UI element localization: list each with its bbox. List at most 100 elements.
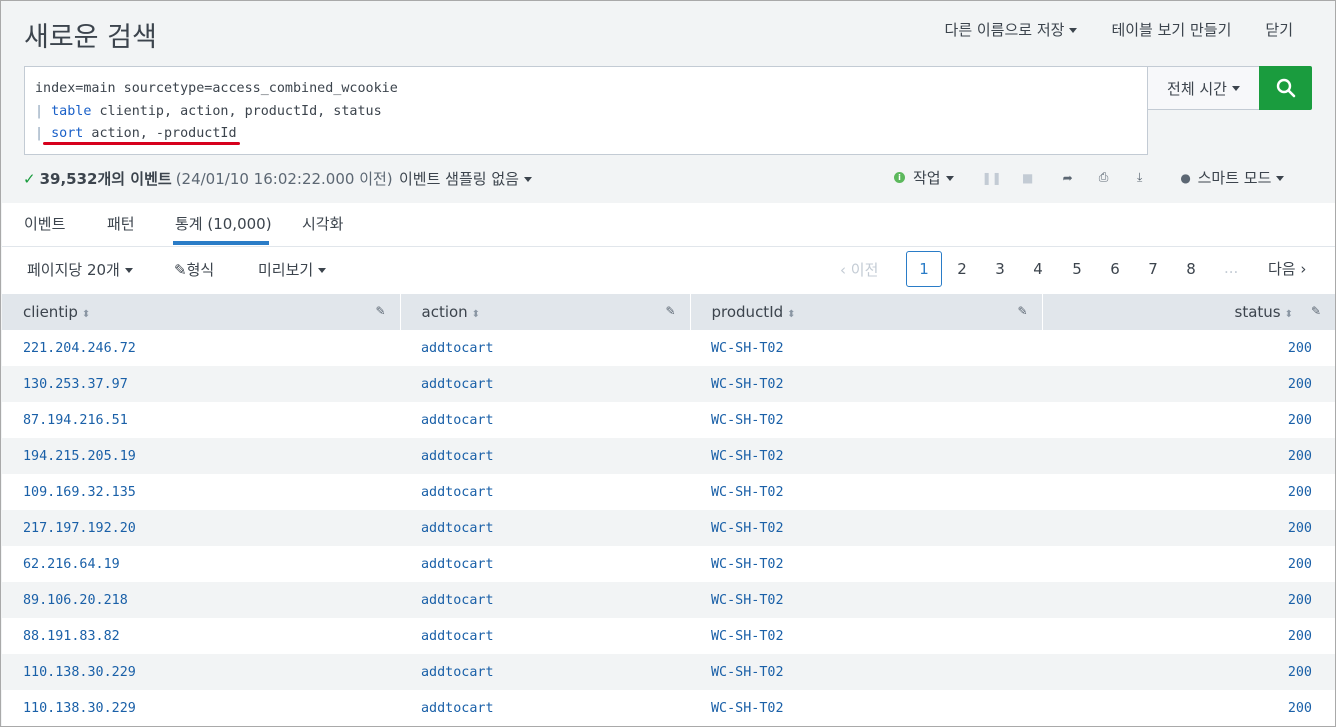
tab-statistics[interactable]: 통계 (10,000) <box>175 213 272 234</box>
page-5[interactable]: 5 <box>1059 251 1095 287</box>
column-header-status[interactable]: status ⬍ ✎ <box>1042 294 1335 330</box>
cell-action[interactable]: addtocart <box>400 654 690 690</box>
sampling-dropdown[interactable]: 이벤트 샘플링 없음 <box>399 168 532 189</box>
pencil-icon[interactable]: ✎ <box>1017 304 1027 318</box>
pencil-icon[interactable]: ✎ <box>1311 304 1321 318</box>
cell-productid[interactable]: WC-SH-T02 <box>690 474 1042 510</box>
search-icon <box>1276 78 1295 98</box>
page-8[interactable]: 8 <box>1173 251 1209 287</box>
cell-productid[interactable]: WC-SH-T02 <box>690 546 1042 582</box>
table-row: 109.169.32.135 addtocart WC-SH-T02 200 <box>2 474 1335 510</box>
cell-clientip[interactable]: 221.204.246.72 <box>2 330 400 366</box>
next-page-button[interactable]: 다음 › <box>1268 258 1306 279</box>
cell-action[interactable]: addtocart <box>400 546 690 582</box>
cell-clientip[interactable]: 88.191.83.82 <box>2 618 400 654</box>
cell-status[interactable]: 200 <box>1042 438 1335 474</box>
cell-clientip[interactable]: 87.194.216.51 <box>2 402 400 438</box>
table-row: 130.253.37.97 addtocart WC-SH-T02 200 <box>2 366 1335 402</box>
cell-clientip[interactable]: 109.169.32.135 <box>2 474 400 510</box>
cell-status[interactable]: 200 <box>1042 654 1335 690</box>
page-6[interactable]: 6 <box>1097 251 1133 287</box>
table-row: 110.138.30.229 addtocart WC-SH-T02 200 <box>2 654 1335 690</box>
cell-status[interactable]: 200 <box>1042 618 1335 654</box>
cell-productid[interactable]: WC-SH-T02 <box>690 330 1042 366</box>
cell-clientip[interactable]: 194.215.205.19 <box>2 438 400 474</box>
cell-clientip[interactable]: 62.216.64.19 <box>2 546 400 582</box>
sort-icon[interactable]: ⬍ <box>787 309 795 320</box>
cell-status[interactable]: 200 <box>1042 582 1335 618</box>
time-range-picker[interactable]: 전체 시간 <box>1148 66 1260 110</box>
cell-productid[interactable]: WC-SH-T02 <box>690 366 1042 402</box>
cell-action[interactable]: addtocart <box>400 582 690 618</box>
pause-icon[interactable]: ❚❚ <box>982 171 1002 185</box>
page-4[interactable]: 4 <box>1020 251 1056 287</box>
cell-status[interactable]: 200 <box>1042 402 1335 438</box>
cell-status[interactable]: 200 <box>1042 330 1335 366</box>
pencil-icon[interactable]: ✎ <box>665 304 675 318</box>
results-table: clientip ⬍ ✎ action ⬍ ✎ productId ⬍ ✎ status ⬍ ✎… <box>2 294 1335 726</box>
prev-page-button[interactable]: ‹ 이전 <box>840 259 878 280</box>
search-button[interactable] <box>1259 66 1312 110</box>
print-icon[interactable]: ⎙ <box>1094 170 1114 185</box>
cell-action[interactable]: addtocart <box>400 438 690 474</box>
header-actions: 다른 이름으로 저장 테이블 보기 만들기 닫기 <box>945 19 1293 40</box>
cell-productid[interactable]: WC-SH-T02 <box>690 510 1042 546</box>
cell-action[interactable]: addtocart <box>400 474 690 510</box>
cell-action[interactable]: addtocart <box>400 510 690 546</box>
tab-events[interactable]: 이벤트 <box>24 213 65 234</box>
tab-visualization[interactable]: 시각화 <box>302 213 343 234</box>
cell-clientip[interactable]: 130.253.37.97 <box>2 366 400 402</box>
event-timestamp: (24/01/10 16:02:22.000 이전) <box>175 170 393 188</box>
create-table-view-button[interactable]: 테이블 보기 만들기 <box>1111 19 1231 40</box>
sort-icon[interactable]: ⬍ <box>1285 309 1293 320</box>
per-page-dropdown[interactable]: 페이지당 20개 <box>27 259 133 280</box>
preview-dropdown[interactable]: 미리보기 <box>258 259 326 280</box>
page-1[interactable]: 1 <box>906 251 942 287</box>
cell-status[interactable]: 200 <box>1042 474 1335 510</box>
cell-action[interactable]: addtocart <box>400 330 690 366</box>
cell-status[interactable]: 200 <box>1042 546 1335 582</box>
page-2[interactable]: 2 <box>944 251 980 287</box>
format-button[interactable]: ✎형식 <box>174 259 214 280</box>
pencil-icon[interactable]: ✎ <box>375 304 385 318</box>
column-header-productid[interactable]: productId ⬍ ✎ <box>690 294 1043 330</box>
export-icon[interactable]: ⤓ <box>1130 170 1150 185</box>
tab-patterns[interactable]: 패턴 <box>107 213 135 234</box>
cell-status[interactable]: 200 <box>1042 690 1335 726</box>
page-title: 새로운 검색 <box>24 22 157 53</box>
cell-productid[interactable]: WC-SH-T02 <box>690 690 1042 726</box>
stop-icon[interactable]: ■ <box>1018 171 1038 185</box>
cell-clientip[interactable]: 110.138.30.229 <box>2 690 400 726</box>
page-3[interactable]: 3 <box>982 251 1018 287</box>
cell-clientip[interactable]: 110.138.30.229 <box>2 654 400 690</box>
job-menu[interactable]: 작업 <box>913 167 954 188</box>
cell-action[interactable]: addtocart <box>400 366 690 402</box>
sort-icon[interactable]: ⬍ <box>472 309 480 320</box>
cell-action[interactable]: addtocart <box>400 618 690 654</box>
cell-productid[interactable]: WC-SH-T02 <box>690 654 1042 690</box>
cell-productid[interactable]: WC-SH-T02 <box>690 618 1042 654</box>
query-line-1: index=main sourcetype=access_combined_wc… <box>35 81 398 96</box>
search-query-editor[interactable]: index=main sourcetype=access_combined_wc… <box>24 66 1148 155</box>
app-window: 새로운 검색 다른 이름으로 저장 테이블 보기 만들기 닫기 index=ma… <box>0 0 1336 727</box>
search-mode-menu[interactable]: 스마트 모드 <box>1198 167 1285 188</box>
sort-icon[interactable]: ⬍ <box>82 309 90 320</box>
cell-status[interactable]: 200 <box>1042 510 1335 546</box>
cell-productid[interactable]: WC-SH-T02 <box>690 438 1042 474</box>
cell-clientip[interactable]: 89.106.20.218 <box>2 582 400 618</box>
cell-action[interactable]: addtocart <box>400 402 690 438</box>
cell-clientip[interactable]: 217.197.192.20 <box>2 510 400 546</box>
save-as-button[interactable]: 다른 이름으로 저장 <box>945 19 1078 40</box>
table-row: 217.197.192.20 addtocart WC-SH-T02 200 <box>2 510 1335 546</box>
column-header-clientip[interactable]: clientip ⬍ ✎ <box>2 294 401 330</box>
query-command-sort: sort <box>51 126 84 141</box>
column-header-action[interactable]: action ⬍ ✎ <box>400 294 691 330</box>
search-status: ✓ 39,532개의 이벤트 (24/01/10 16:02:22.000 이전… <box>23 168 393 189</box>
cell-productid[interactable]: WC-SH-T02 <box>690 582 1042 618</box>
cell-status[interactable]: 200 <box>1042 366 1335 402</box>
share-icon[interactable]: ➦ <box>1058 171 1078 185</box>
close-button[interactable]: 닫기 <box>1265 19 1293 40</box>
page-7[interactable]: 7 <box>1135 251 1171 287</box>
cell-action[interactable]: addtocart <box>400 690 690 726</box>
cell-productid[interactable]: WC-SH-T02 <box>690 402 1042 438</box>
